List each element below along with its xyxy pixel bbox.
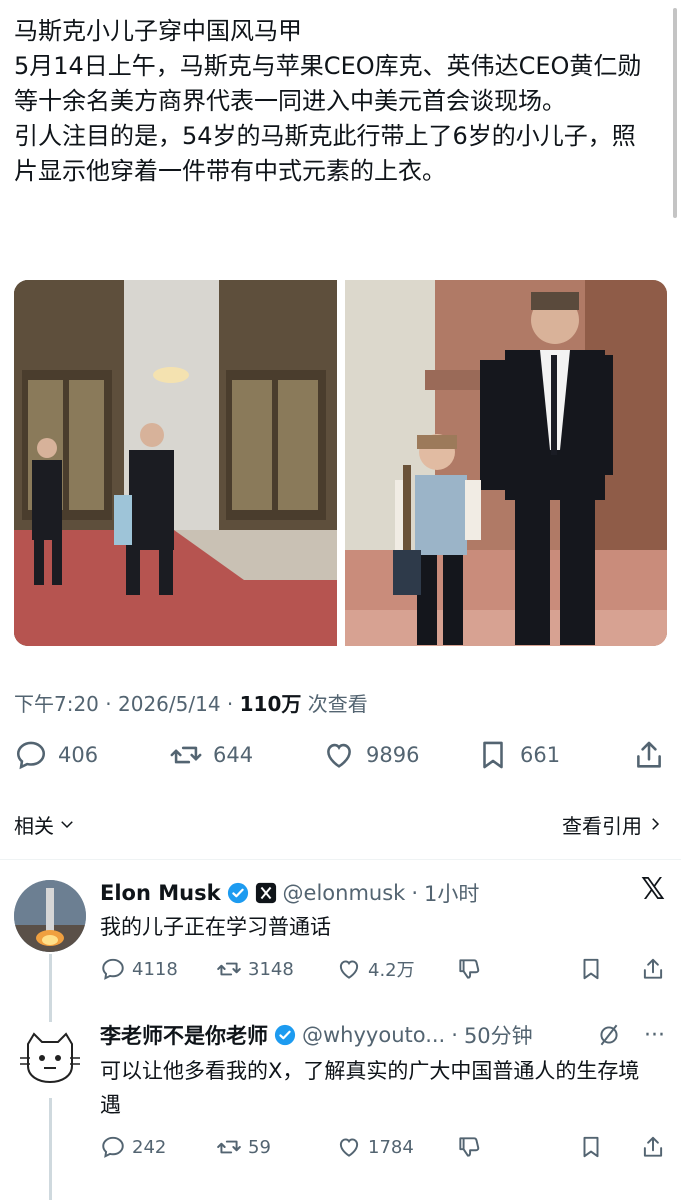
reply-count: 4118 bbox=[132, 958, 178, 980]
like-count: 4.2万 bbox=[368, 960, 415, 981]
reply-count: 242 bbox=[132, 1136, 167, 1158]
post-time: 下午7:20 bbox=[14, 692, 99, 716]
share-button[interactable] bbox=[640, 1134, 666, 1160]
avatar[interactable] bbox=[14, 1022, 86, 1094]
reply-text: 我的儿子正在学习普通话 bbox=[100, 915, 331, 939]
repost-count: 644 bbox=[213, 743, 254, 767]
post-text: 马斯克小儿子穿中国风马甲 5月14日上午，马斯克与苹果CEO库克、英伟达CEO黄… bbox=[14, 14, 659, 189]
related-dropdown[interactable]: 相关 bbox=[14, 810, 76, 839]
grok-icon[interactable] bbox=[596, 1022, 622, 1048]
repost-count: 3148 bbox=[248, 958, 294, 980]
chevron-down-icon bbox=[61, 821, 73, 829]
reply-header: Elon Musk @elonmusk · 1小时 bbox=[100, 878, 479, 908]
reply-header: 李老师不是你老师 @whyyouto... · 50分钟 bbox=[100, 1020, 533, 1050]
reply-count: 406 bbox=[58, 743, 99, 767]
thread-line bbox=[49, 1098, 52, 1200]
reply-toolbar: ··· bbox=[596, 1022, 665, 1048]
bookmark-icon bbox=[583, 1136, 599, 1158]
thread-line bbox=[49, 990, 52, 1010]
avatar[interactable] bbox=[14, 880, 86, 952]
photo-father-son[interactable] bbox=[345, 280, 667, 646]
author-name[interactable]: Elon Musk bbox=[100, 881, 221, 905]
photo-hall-walking[interactable] bbox=[14, 280, 337, 646]
share-icon bbox=[643, 958, 663, 979]
reply-button[interactable]: 4118 bbox=[100, 956, 178, 982]
repost-button[interactable]: 644 bbox=[169, 738, 253, 772]
views-count: 110万 bbox=[239, 692, 302, 716]
like-button[interactable]: 4.2万 bbox=[336, 956, 415, 982]
share-button[interactable] bbox=[640, 956, 666, 982]
meta-dot: · bbox=[226, 692, 240, 716]
bookmark-icon bbox=[483, 741, 503, 769]
view-quotes-link[interactable]: 查看引用 bbox=[562, 810, 664, 839]
view-quotes-label: 查看引用 bbox=[562, 813, 642, 838]
reply-icon bbox=[102, 958, 124, 980]
reply-item[interactable]: Elon Musk @elonmusk · 1小时 𝕏 我的儿子正在学习普通话 … bbox=[0, 870, 681, 1024]
post-meta: 下午7:20 · 2026/5/14 · 110万 次查看 bbox=[14, 688, 368, 717]
reply-icon bbox=[102, 1136, 124, 1158]
reply-item[interactable]: 李老师不是你老师 @whyyouto... · 50分钟 ··· 可以让他多看我… bbox=[0, 990, 681, 1200]
post-title: 马斯克小儿子穿中国风马甲 bbox=[14, 17, 302, 45]
like-count: 1784 bbox=[368, 1136, 414, 1158]
reply-actions: 242 59 1784 bbox=[100, 1134, 670, 1164]
section-divider bbox=[0, 859, 681, 860]
heart-icon bbox=[339, 960, 359, 979]
more-options-icon[interactable]: ··· bbox=[644, 1023, 665, 1048]
repost-icon bbox=[217, 1140, 241, 1154]
like-button[interactable]: 1784 bbox=[336, 1134, 414, 1160]
meta-dot: · bbox=[411, 881, 419, 905]
dislike-button[interactable] bbox=[456, 956, 482, 982]
verified-badge-icon bbox=[227, 882, 248, 904]
related-bar: 相关 查看引用 bbox=[14, 808, 664, 840]
bookmark-button[interactable] bbox=[578, 1134, 604, 1160]
reply-button[interactable]: 242 bbox=[100, 1134, 166, 1160]
meta-dot: · bbox=[105, 692, 118, 716]
like-button[interactable]: 9896 bbox=[322, 738, 419, 772]
repost-button[interactable]: 59 bbox=[216, 1134, 271, 1160]
share-button[interactable] bbox=[632, 738, 666, 772]
author-handle[interactable]: @elonmusk bbox=[283, 881, 406, 905]
meta-dot: · bbox=[451, 1023, 458, 1047]
author-name[interactable]: 李老师不是你老师 bbox=[100, 1020, 268, 1050]
post-actions: 406 644 9896 661 bbox=[14, 738, 669, 778]
heart-icon bbox=[327, 743, 351, 768]
repost-icon bbox=[170, 746, 202, 764]
repost-count: 59 bbox=[248, 1136, 271, 1158]
related-label: 相关 bbox=[14, 813, 54, 838]
x-affiliate-icon bbox=[255, 882, 276, 904]
post-date: 2026/5/14 bbox=[118, 692, 221, 716]
dislike-button[interactable] bbox=[456, 1134, 482, 1160]
share-icon bbox=[637, 741, 661, 768]
bookmark-button[interactable] bbox=[578, 956, 604, 982]
author-handle[interactable]: @whyyouto... bbox=[302, 1023, 445, 1047]
bookmark-icon bbox=[583, 958, 599, 980]
reply-button[interactable]: 406 bbox=[14, 738, 98, 772]
thumb-down-icon bbox=[459, 959, 480, 979]
share-icon bbox=[643, 1136, 663, 1157]
chevron-right-icon bbox=[652, 818, 660, 830]
scrollbar[interactable] bbox=[673, 8, 677, 218]
reply-text: 可以让他多看我的X，了解真实的广大中国普通人的生存境遇 bbox=[100, 1059, 640, 1117]
x-logo-icon[interactable]: 𝕏 bbox=[641, 872, 665, 907]
views-label: 次查看 bbox=[307, 692, 368, 716]
thumb-down-icon bbox=[459, 1137, 480, 1157]
reply-time: 50分钟 bbox=[463, 1024, 533, 1048]
repost-button[interactable]: 3148 bbox=[216, 956, 294, 982]
bookmark-count: 661 bbox=[520, 743, 561, 767]
reply-icon bbox=[16, 741, 46, 770]
post-paragraph-2: 引人注目的是，54岁的马斯克此行带上了6岁的小儿子，照片显示他穿着一件带有中式元… bbox=[14, 122, 636, 185]
heart-icon bbox=[339, 1138, 359, 1157]
like-count: 9896 bbox=[366, 743, 420, 767]
repost-icon bbox=[217, 962, 241, 976]
bookmark-button[interactable]: 661 bbox=[476, 738, 560, 772]
post-paragraph-1: 5月14日上午，马斯克与苹果CEO库克、英伟达CEO黄仁勋等十余名美方商界代表一… bbox=[14, 52, 642, 115]
reply-actions: 4118 3148 4.2万 bbox=[100, 956, 670, 986]
verified-badge-icon bbox=[274, 1024, 296, 1046]
reply-time: 1小时 bbox=[424, 882, 480, 906]
media-gallery[interactable] bbox=[14, 280, 667, 646]
